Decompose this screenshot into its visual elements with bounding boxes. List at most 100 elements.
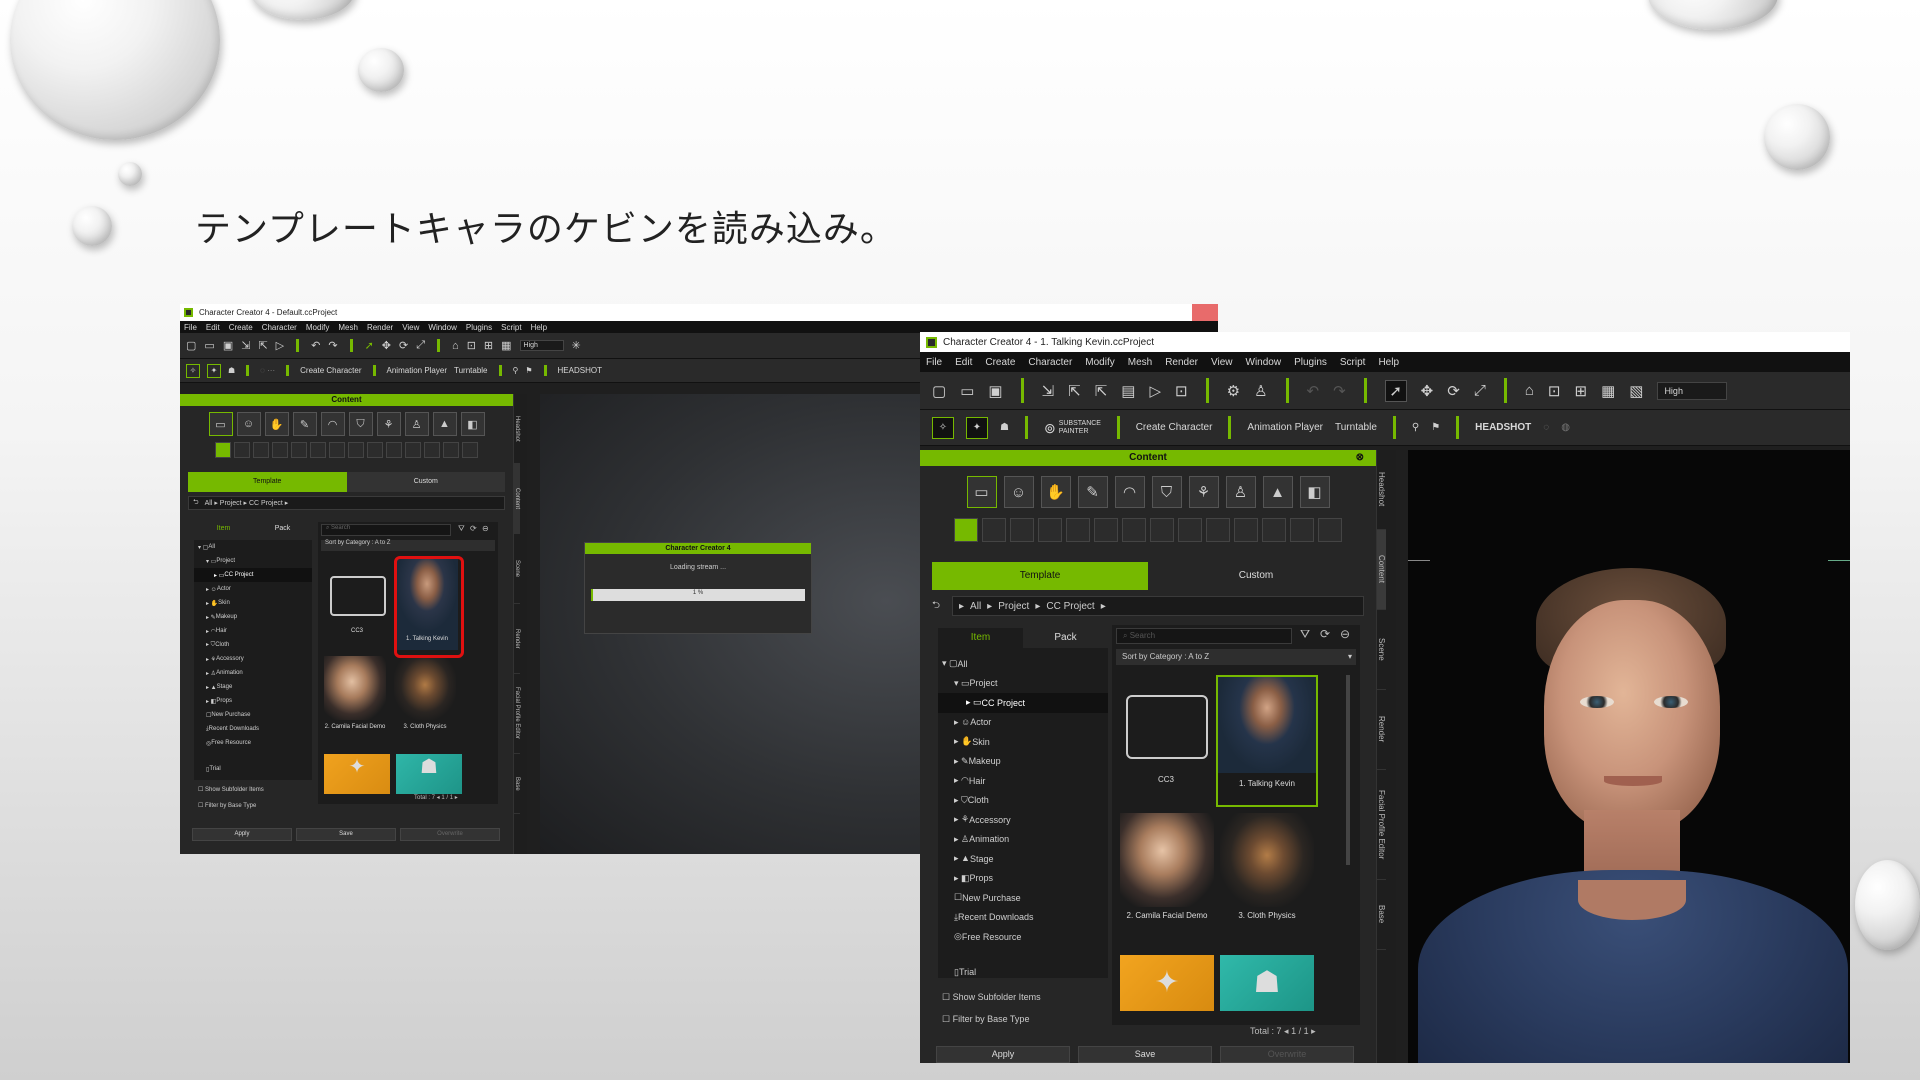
side-tab-scene[interactable]: Scene [514, 534, 520, 604]
substance-painter-button[interactable]: ⊚ SUBSTANCE PAINTER [1044, 420, 1101, 436]
save-icon[interactable]: ▣ [223, 339, 233, 352]
export-icon[interactable]: ⇱ [258, 339, 267, 352]
projection-icon[interactable]: ▧ [1629, 382, 1643, 400]
breadcrumb[interactable]: ⮌ All ▸ Project ▸ CC Project ▸ [188, 496, 505, 510]
grid-icon[interactable]: ⊞ [484, 339, 493, 352]
tree-item-accessory[interactable]: ▸ ⚘ Accessory [194, 652, 312, 666]
skin-icon[interactable]: ✋ [1040, 476, 1071, 508]
menu-character[interactable]: Character [262, 323, 297, 332]
folder-icon[interactable]: ▭ [966, 476, 997, 508]
item-cloth-physics[interactable]: 3. Cloth Physics [1220, 813, 1314, 937]
makeup-icon[interactable]: ✎ [1077, 476, 1108, 508]
sub-category[interactable] [367, 442, 383, 458]
tree-item-free-resource[interactable]: ◎ Free Resource [194, 736, 312, 750]
save-button[interactable]: Save [296, 828, 396, 841]
rotate-icon[interactable]: ⟳ [399, 339, 408, 352]
scale-icon[interactable]: ⤢ [416, 339, 425, 352]
menu-help[interactable]: Help [1378, 357, 1399, 368]
tab-template[interactable]: Template [188, 472, 347, 492]
sub-category[interactable] [348, 442, 364, 458]
close-window-button[interactable] [1192, 304, 1218, 321]
sub-category[interactable] [443, 442, 459, 458]
tree-item-hair[interactable]: ▸ ◠ Hair [938, 771, 1108, 791]
item-cc3[interactable]: CC3 [1120, 675, 1212, 795]
send-icon[interactable]: ▷ [1149, 382, 1161, 400]
3d-viewport[interactable] [1408, 450, 1850, 1063]
send-icon[interactable]: ▷ [276, 339, 284, 352]
sub-category[interactable] [272, 442, 288, 458]
cloth-icon[interactable]: ⛉ [348, 412, 373, 436]
item-camila[interactable]: 2. Camila Facial Demo [324, 656, 386, 740]
menu-mesh[interactable]: Mesh [1128, 357, 1152, 368]
checkbox-show-subfolder[interactable]: ☐ Show Subfolder Items [942, 992, 1041, 1003]
item-dinosaur[interactable]: ☗ [1220, 955, 1314, 1011]
tree-item-actor[interactable]: ▸ ☺ Actor [938, 713, 1108, 733]
render-icon[interactable]: ⊡ [1175, 382, 1188, 400]
checkbox-filter-base[interactable]: ☐ Filter by Base Type [942, 1014, 1029, 1025]
sub-category[interactable] [405, 442, 421, 458]
menu-edit[interactable]: Edit [955, 357, 972, 368]
menu-file[interactable]: File [184, 323, 197, 332]
overwrite-button[interactable]: Overwrite [1220, 1046, 1354, 1063]
apply-button[interactable]: Apply [936, 1046, 1070, 1063]
smart-gallery-icon[interactable]: ✦ [207, 363, 221, 378]
menu-render[interactable]: Render [367, 323, 393, 332]
item-talking-kevin[interactable]: 1. Talking Kevin [1216, 675, 1318, 807]
tree-item-makeup[interactable]: ▸ ✎ Makeup [938, 752, 1108, 772]
frame-icon[interactable]: ▦ [501, 339, 511, 352]
sub-category[interactable] [1178, 518, 1202, 542]
grid-icon[interactable]: ⊞ [1574, 382, 1587, 400]
item-dragon[interactable]: ✦ [324, 754, 390, 794]
tab-template[interactable]: Template [932, 562, 1148, 590]
move-icon[interactable]: ✥ [1421, 382, 1434, 400]
side-tab-render[interactable]: Render [514, 604, 520, 674]
turntable-button[interactable]: Turntable [454, 366, 488, 375]
animation-icon[interactable]: ♙ [404, 412, 429, 436]
tab-item[interactable]: Item [194, 522, 253, 536]
sub-category[interactable] [1290, 518, 1314, 542]
camera-icon[interactable]: ⊡ [1548, 382, 1561, 400]
light-icon[interactable]: ✳ [572, 339, 581, 352]
tab-pack[interactable]: Pack [1023, 628, 1108, 648]
menu-plugins[interactable]: Plugins [1294, 357, 1327, 368]
menu-character[interactable]: Character [1028, 357, 1072, 368]
create-character-button[interactable]: Create Character [300, 366, 361, 375]
apply-button[interactable]: Apply [192, 828, 292, 841]
smart-gallery-icon[interactable]: ✦ [966, 416, 988, 439]
tree-item-skin[interactable]: ▸ ✋ Skin [194, 596, 312, 610]
select-icon[interactable]: ➚ [1384, 379, 1407, 402]
tree-item-cc-project[interactable]: ▸ ▭ CC Project [938, 693, 1108, 713]
tree-item-all[interactable]: ▾ ▢ All [194, 540, 312, 554]
menu-view[interactable]: View [402, 323, 419, 332]
menu-help[interactable]: Help [531, 323, 547, 332]
menu-window[interactable]: Window [1246, 357, 1282, 368]
redo-icon[interactable]: ↷ [1333, 382, 1346, 400]
substance-icon[interactable]: ◌ ⋯ [260, 366, 275, 375]
headshot-button[interactable]: HEADSHOT [1475, 422, 1531, 433]
more-icon[interactable]: ⊖ [482, 524, 489, 533]
side-tab-render[interactable]: Render [1377, 690, 1386, 770]
open-folder-icon[interactable]: ▭ [960, 382, 974, 400]
sub-category[interactable] [1262, 518, 1286, 542]
tree-item-cloth[interactable]: ▸ ⛉ Cloth [938, 791, 1108, 811]
pose-icon[interactable]: ⚲ [1412, 422, 1419, 433]
tree-item-new-purchase[interactable]: ☐ New Purchase [194, 708, 312, 722]
sub-category[interactable] [329, 442, 345, 458]
mask-icon[interactable]: ◍ [1561, 422, 1570, 433]
stage-icon[interactable]: ▲ [1262, 476, 1293, 508]
tree-item-actor[interactable]: ▸ ☺ Actor [194, 582, 312, 596]
item-dragon[interactable]: ✦ [1120, 955, 1214, 1011]
item-dinosaur[interactable]: ☗ [396, 754, 462, 794]
sub-category[interactable] [291, 442, 307, 458]
sub-category[interactable] [982, 518, 1006, 542]
sub-category[interactable] [253, 442, 269, 458]
tree-item-cloth[interactable]: ▸ ⛉ Cloth [194, 638, 312, 652]
more-icon[interactable]: ⊖ [1340, 627, 1350, 641]
sort-select[interactable]: Sort by Category : A to Z [321, 540, 495, 551]
flag-icon[interactable]: ⚑ [1431, 422, 1440, 433]
animation-player-button[interactable]: Animation Player [1247, 422, 1323, 433]
item-camila[interactable]: 2. Camila Facial Demo [1120, 813, 1214, 937]
sub-category[interactable] [1094, 518, 1118, 542]
sub-category[interactable] [386, 442, 402, 458]
sub-category[interactable] [424, 442, 440, 458]
